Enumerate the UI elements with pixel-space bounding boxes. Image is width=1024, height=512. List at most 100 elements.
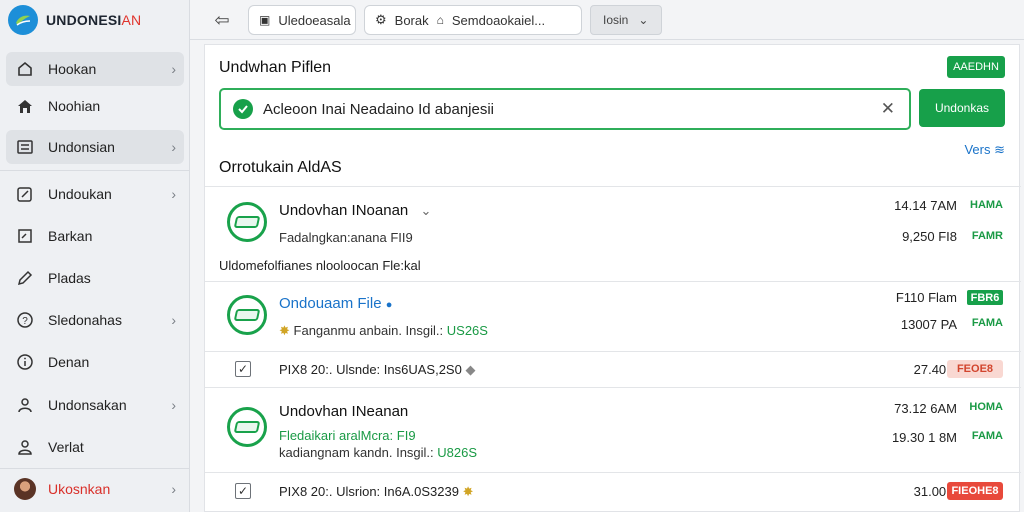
settings-icon: ⚙ (375, 12, 387, 27)
user-group-icon (14, 394, 36, 416)
divider (205, 387, 1021, 388)
chevron-down-icon: ⌄ (638, 13, 649, 27)
chevron-right-icon: › (171, 397, 176, 413)
row-title-link[interactable]: Ondouaam File ● (279, 295, 392, 312)
brand[interactable]: UNDONESIAN (0, 0, 189, 40)
success-alert: Acleoon Inai Neadaino Id abanjesii ✕ (219, 88, 911, 130)
sidebar-item-label: Verlat (48, 439, 84, 455)
row-checkbox[interactable]: ✓ (235, 361, 251, 377)
topbar-search-prefix: Borak (394, 12, 429, 28)
sidebar-item-verlat[interactable]: Verlat (6, 430, 184, 464)
row-tag: FBR6 (967, 290, 1003, 305)
row-description: Uldomefolfianes nlooloocan Fle:kal (219, 258, 421, 273)
info-dot-icon: ● (385, 299, 393, 311)
sidebar-item-barkan[interactable]: Barkan (6, 219, 184, 253)
row-subtitle: Fadalngkan:anana FII9 (279, 230, 413, 245)
sidebar-item-label: Hookan (48, 61, 97, 77)
divider (205, 186, 1021, 187)
file-card-icon (227, 202, 267, 242)
row-checkbox[interactable]: ✓ (235, 483, 251, 499)
chevron-right-icon: › (171, 186, 176, 202)
close-icon[interactable]: ✕ (881, 99, 895, 119)
sidebar-divider (0, 170, 190, 171)
brand-logo-icon (8, 5, 38, 35)
sidebar-item-label: Sledonahas (48, 312, 122, 328)
avatar (14, 478, 36, 500)
document-icon: ▣ (259, 13, 271, 27)
topbar-search-value: Semdoaokaiel... (451, 12, 546, 28)
row-tag: HAMA (970, 199, 1003, 211)
row-title: Undovhan INeanan (279, 403, 409, 420)
sidebar-divider (0, 468, 190, 469)
chevron-right-icon: › (171, 481, 176, 497)
row-text: PIX8 20:. Ulsrion: In6A.0S3239 ✸ (279, 484, 474, 499)
info-icon (14, 351, 36, 373)
row-tag: FAMA (971, 317, 1003, 329)
sidebar-item-ukosnkan[interactable]: Ukosnkan › (6, 472, 184, 506)
section-title: Orrotukain AldAS (219, 159, 342, 176)
primary-action-button[interactable]: Undonkas (919, 89, 1005, 127)
back-button[interactable]: ⇦ (210, 8, 234, 32)
row-subtitle: kadiangnam kandn. Insgil.: U826S (279, 445, 478, 460)
topbar-field-document[interactable]: ▣ Uledoeasala (248, 5, 356, 35)
user-icon (14, 436, 36, 458)
main-panel: Undwhan Piflen AAEDHN Acleoon Inai Neada… (204, 44, 1021, 512)
row-meta: 14.14 7AM (894, 198, 957, 213)
check-circle-icon (233, 99, 253, 119)
sidebar-item-pladas[interactable]: Pladas (6, 261, 184, 295)
sidebar-item-denan[interactable]: Denan (6, 345, 184, 379)
chevron-right-icon: › (171, 312, 176, 328)
edit-box-icon (14, 183, 36, 205)
sidebar-item-undonsakan[interactable]: Undonsakan › (6, 388, 184, 422)
divider (205, 351, 1021, 352)
topbar: ⇦ ▣ Uledoeasala ⚙ Borak ⌂ Semdoaokaiel..… (190, 0, 1024, 40)
topbar-field-value: Uledoeasala (278, 12, 351, 28)
chevron-right-icon: › (171, 139, 176, 155)
row-tag: FAMA (971, 430, 1003, 442)
sidebar: UNDONESIAN Hookan › Noohian Undonsian › … (0, 0, 190, 512)
row-meta: 9,250 FI8 (902, 229, 957, 244)
sidebar-item-hookan[interactable]: Hookan › (6, 52, 184, 86)
sidebar-item-label: Barkan (48, 228, 93, 244)
home-outline-icon (14, 58, 36, 80)
row-tag: FEOE8 (947, 360, 1003, 378)
row-subtitle-green: Fledaikari aralMcra: FI9 (279, 428, 416, 443)
avatar-wrap (14, 478, 36, 500)
row-meta: F110 Flam (895, 290, 957, 305)
row-tag: HOMA (969, 401, 1003, 413)
home-filled-icon (14, 95, 36, 117)
sidebar-item-undoukan[interactable]: Undoukan › (6, 177, 184, 211)
row-subtitle: ✸ Fanganmu anbain. Insgil.: US26S (279, 323, 488, 338)
topbar-select[interactable]: Iosin ⌄ (590, 5, 662, 35)
chevron-down-icon[interactable]: ⌄ (420, 203, 431, 218)
question-icon: ? (14, 309, 36, 331)
status-badge[interactable]: AAEDHN (947, 56, 1005, 78)
brand-name: UNDONESIAN (46, 12, 142, 28)
row-meta: 73.12 6AM (894, 401, 957, 416)
file-card-icon (227, 407, 267, 447)
row-meta: 19.30 1 8M (891, 430, 957, 445)
sidebar-item-label: Noohian (48, 98, 101, 114)
file-card-icon (227, 295, 267, 335)
sidebar-item-label: Pladas (48, 270, 91, 286)
sidebar-item-noohian[interactable]: Noohian (6, 89, 184, 123)
divider (205, 281, 1021, 282)
page-title: Undwhan Piflen (219, 59, 332, 76)
sidebar-item-label: Ukosnkan (48, 481, 111, 497)
view-all-link[interactable]: Vers ≋ (964, 142, 1005, 158)
sidebar-item-sledonahas[interactable]: ? Sledonahas › (6, 303, 184, 337)
diamond-icon: ◆ (465, 362, 476, 377)
chevron-right-icon: › (171, 61, 176, 77)
sidebar-item-label: Undonsakan (48, 397, 127, 413)
sidebar-item-label: Denan (48, 354, 90, 370)
list-icon (14, 136, 36, 158)
topbar-search-field[interactable]: ⚙ Borak ⌂ Semdoaokaiel... (364, 5, 582, 35)
row-title: Undovhan INoanan ⌄ (279, 202, 432, 219)
home-icon: ⌂ (436, 13, 444, 27)
sparkle-icon: ✸ (279, 323, 290, 338)
svg-text:?: ? (22, 316, 28, 327)
sidebar-item-undonsian[interactable]: Undonsian › (6, 130, 184, 164)
edit-square-icon (14, 225, 36, 247)
topbar-select-value: Iosin (603, 13, 629, 27)
row-text: PIX8 20:. Ulsnde: Ins6UAS,2S0 ◆ (279, 362, 476, 377)
